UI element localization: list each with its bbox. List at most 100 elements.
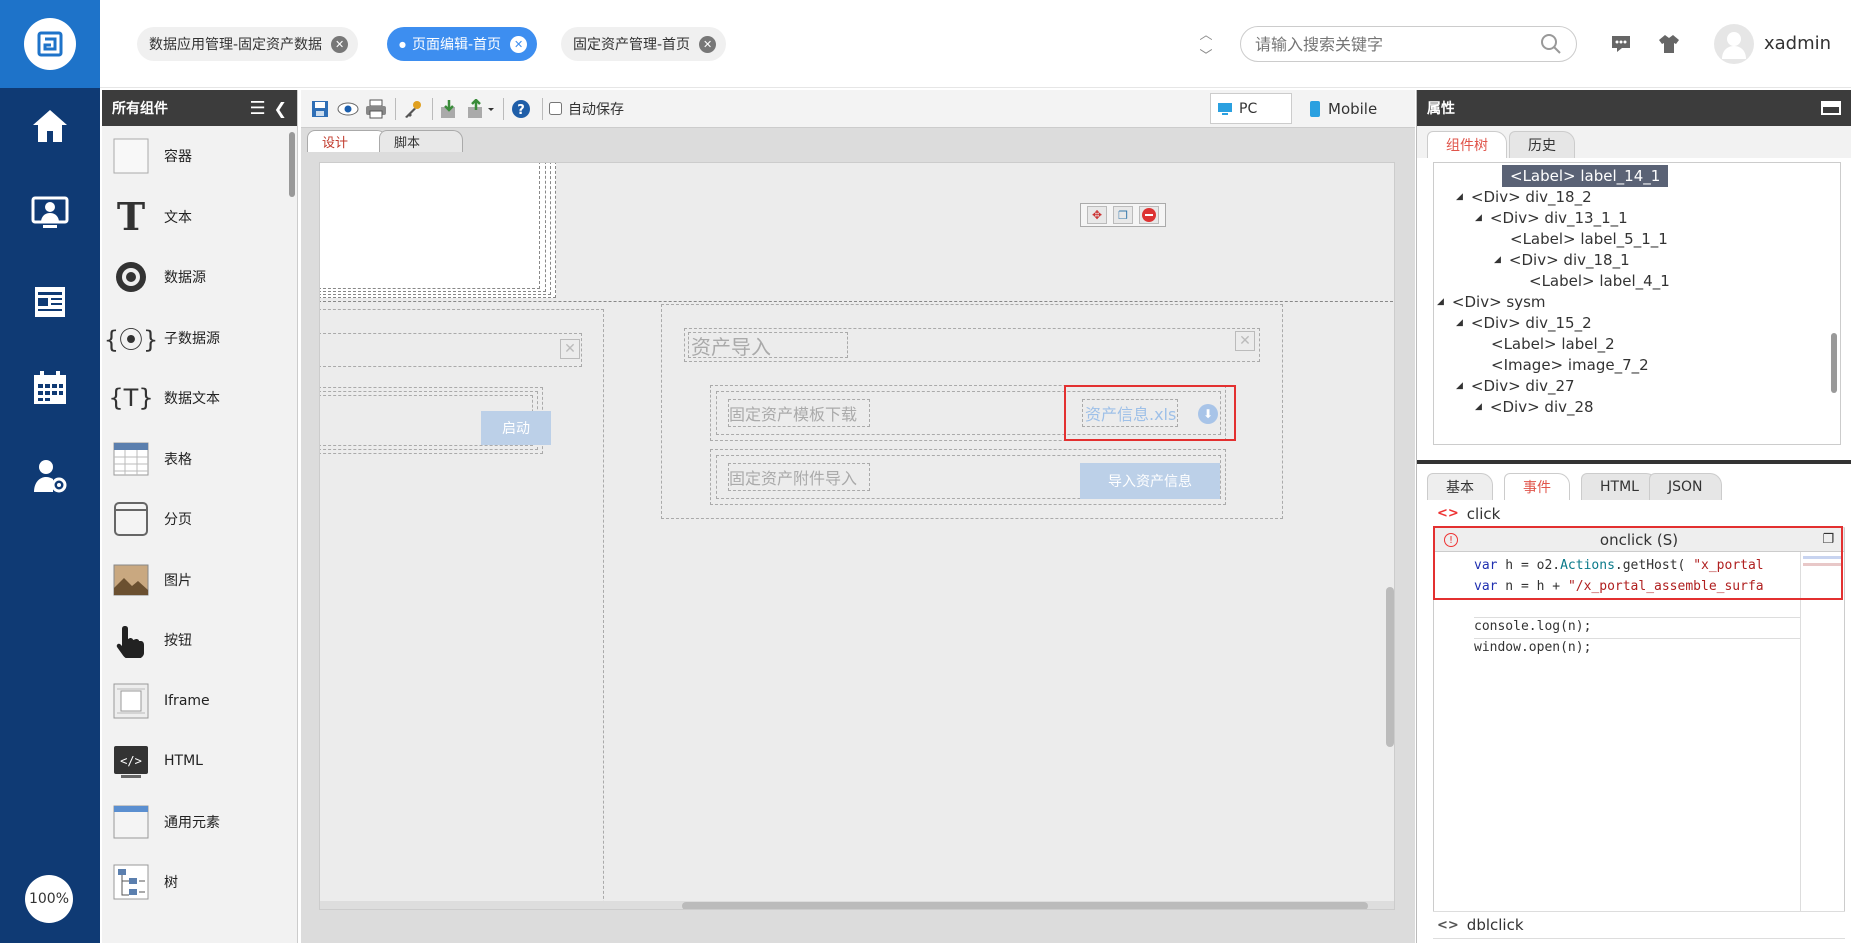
chevron-up-icon[interactable]: ︿ (1199, 24, 1212, 43)
tree-node[interactable]: ◢ <Div> div_18_1 (1494, 249, 1630, 271)
tab-page-edit[interactable]: ● 页面编辑-首页 ✕ (387, 27, 538, 61)
tree-node[interactable]: ◢ <Div> div_18_2 (1456, 186, 1592, 208)
tree-scrollbar[interactable] (1831, 333, 1837, 393)
tree-node[interactable]: ◢ <Div> div_28 (1475, 396, 1594, 418)
tab-scroll-arrows[interactable]: ︿ ﹀ (1196, 24, 1216, 64)
tree-node[interactable]: <Label> label_2 (1491, 333, 1615, 355)
autosave-checkbox[interactable] (549, 102, 562, 115)
tree-node[interactable]: ◢ <Div> div_13_1_1 (1475, 207, 1628, 229)
tab-basic[interactable]: 基本 (1427, 473, 1493, 500)
monitor-user-icon[interactable] (0, 183, 100, 243)
start-button[interactable]: 启动 (481, 411, 551, 445)
left-header-row[interactable] (320, 333, 582, 367)
home-icon[interactable] (0, 96, 100, 156)
design-canvas[interactable]: ✥ ❐ ✕ 启动 资产导入 ✕ 固定资产模板下载 资产信息.xls ⬇ 固定资产… (319, 162, 1395, 910)
tab-data-app[interactable]: 数据应用管理-固定资产数据 ✕ (137, 27, 359, 61)
tree-node[interactable]: <Label> label_5_1_1 (1510, 228, 1668, 250)
tab-asset-mgmt[interactable]: 固定资产管理-首页 ✕ (561, 27, 727, 61)
import-asset-button[interactable]: 导入资产信息 (1080, 463, 1220, 499)
device-mobile-button[interactable]: Mobile (1302, 93, 1402, 124)
tab-label: 固定资产管理-首页 (573, 37, 691, 53)
tab-events[interactable]: 事件 (1504, 473, 1570, 500)
close-icon[interactable]: ✕ (699, 35, 717, 53)
canvas-wrapper: ✥ ❐ ✕ 启动 资产导入 ✕ 固定资产模板下载 资产信息.xls ⬇ 固定资产… (301, 152, 1415, 943)
import-icon[interactable] (437, 96, 463, 122)
vertical-scrollbar[interactable] (1386, 587, 1394, 747)
avatar[interactable] (1714, 24, 1754, 64)
search-input[interactable] (1255, 34, 1540, 54)
user-settings-icon[interactable] (0, 446, 100, 506)
component-pagination[interactable]: 分页 (102, 489, 297, 550)
delete-icon[interactable] (1139, 206, 1159, 224)
chevron-down-icon[interactable]: ﹀ (1199, 45, 1212, 64)
tree-node-label: <Label> label_5_1_1 (1510, 230, 1668, 248)
help-icon[interactable]: ? (508, 96, 534, 122)
tab-design[interactable]: 设计 (307, 130, 387, 152)
panel-splitter[interactable] (1417, 460, 1851, 464)
autosave-toggle[interactable]: 自动保存 (549, 99, 624, 119)
component-datasource[interactable]: 数据源 (102, 247, 297, 308)
close-icon[interactable]: ✕ (510, 35, 528, 53)
search-box[interactable] (1240, 26, 1577, 62)
component-html[interactable]: </> HTML (102, 731, 297, 792)
event-dblclick-row[interactable]: <> dblclick (1433, 911, 1845, 939)
menu-icon[interactable]: ☰ (249, 98, 265, 119)
onclick-editor[interactable]: ! onclick (S) ❐ var h = o2.Actions.getHo… (1433, 526, 1845, 911)
event-click-row[interactable]: <> click (1433, 500, 1845, 528)
chevron-left-icon[interactable]: ❮ (274, 99, 287, 118)
close-icon[interactable]: ✕ (560, 339, 580, 359)
component-button[interactable]: 按钮 (102, 610, 297, 671)
tab-html[interactable]: HTML (1581, 473, 1658, 500)
component-generic-element[interactable]: 通用元素 (102, 792, 297, 853)
news-icon[interactable] (0, 271, 100, 331)
close-icon[interactable]: ✕ (331, 35, 349, 53)
tree-node[interactable]: <Label> label_4_1 (1529, 270, 1670, 292)
component-data-text[interactable]: {T} 数据文本 (102, 368, 297, 429)
search-icon[interactable] (1540, 33, 1562, 55)
username[interactable]: xadmin (1764, 33, 1831, 54)
tree-node[interactable]: <Label> label_14_1 (1502, 165, 1669, 187)
move-icon[interactable]: ✥ (1087, 206, 1107, 224)
save-icon[interactable] (307, 96, 333, 122)
component-tree[interactable]: 树 (102, 852, 297, 913)
collapse-icon[interactable] (1821, 101, 1841, 115)
tab-json[interactable]: JSON (1649, 473, 1722, 500)
code-minimap[interactable] (1800, 552, 1844, 911)
tab-history[interactable]: 历史 (1509, 131, 1575, 158)
app-logo[interactable] (0, 0, 100, 88)
component-container[interactable]: 容器 (102, 126, 297, 187)
close-icon[interactable]: ✕ (1235, 331, 1255, 351)
expand-arrow-icon[interactable]: ◢ (1456, 318, 1463, 328)
skin-icon[interactable] (1658, 33, 1680, 59)
preview-icon[interactable] (335, 96, 361, 122)
props-top-tabs: 组件树 历史 (1417, 126, 1851, 158)
expand-arrow-icon[interactable]: ◢ (1456, 192, 1463, 202)
horizontal-scrollbar[interactable] (682, 902, 1368, 909)
expand-arrow-icon[interactable]: ◢ (1456, 381, 1463, 391)
code-area[interactable]: var h = o2.Actions.getHost( "x_portal va… (1434, 552, 1800, 911)
chat-icon[interactable] (1610, 34, 1632, 58)
tab-script[interactable]: 脚本 (379, 130, 463, 152)
component-text[interactable]: T 文本 (102, 187, 297, 248)
expand-arrow-icon[interactable]: ◢ (1475, 402, 1482, 412)
scrollbar[interactable] (289, 132, 295, 197)
zoom-level[interactable]: 100% (25, 875, 73, 923)
tree-node[interactable]: ◢ <Div> div_15_2 (1456, 312, 1592, 334)
key-icon[interactable] (400, 96, 426, 122)
component-image[interactable]: 图片 (102, 550, 297, 611)
tree-node[interactable]: ◢ <Div> sysm (1437, 291, 1546, 313)
component-sub-datasource[interactable]: {⦿} 子数据源 (102, 308, 297, 369)
print-icon[interactable] (363, 96, 389, 122)
tree-node[interactable]: ◢ <Div> div_27 (1456, 375, 1575, 397)
calendar-icon[interactable] (0, 358, 100, 418)
tab-component-tree[interactable]: 组件树 (1427, 131, 1507, 158)
tree-node[interactable]: <Image> image_7_2 (1491, 354, 1649, 376)
device-pc-button[interactable]: PC (1210, 93, 1292, 124)
copy-icon[interactable]: ❐ (1113, 206, 1133, 224)
expand-arrow-icon[interactable]: ◢ (1475, 213, 1482, 223)
component-iframe[interactable]: Iframe (102, 671, 297, 732)
component-table[interactable]: 表格 (102, 429, 297, 490)
expand-arrow-icon[interactable]: ◢ (1494, 255, 1501, 265)
export-icon[interactable] (465, 96, 497, 122)
expand-arrow-icon[interactable]: ◢ (1437, 297, 1444, 307)
